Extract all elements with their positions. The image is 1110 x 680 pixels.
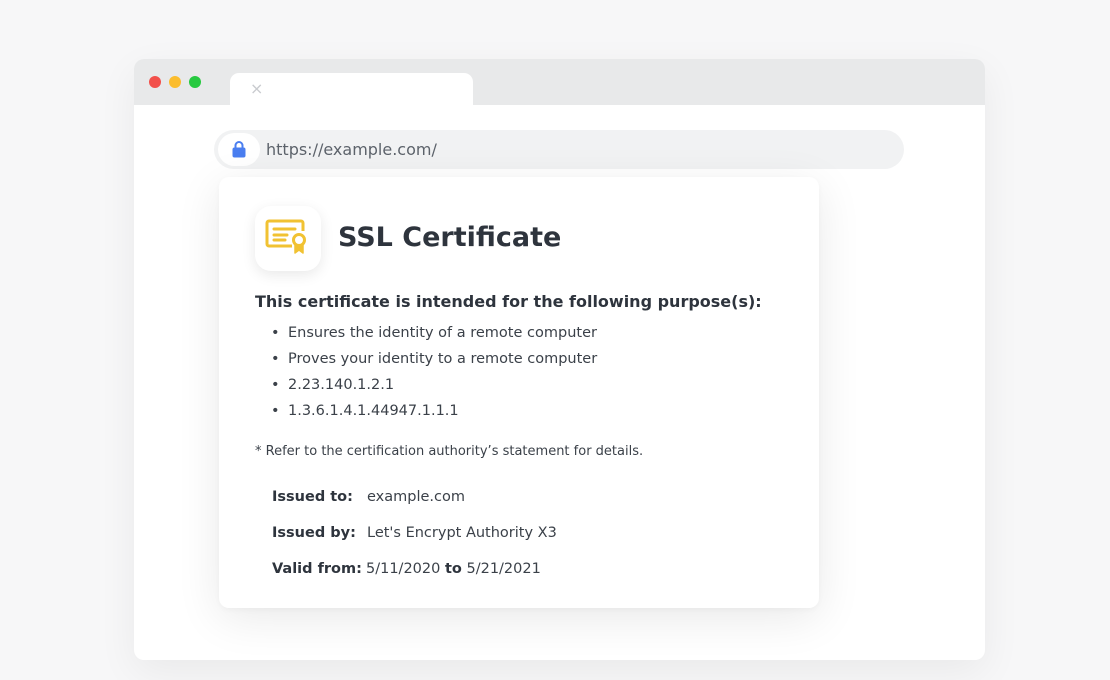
browser-tab[interactable]: × bbox=[230, 73, 473, 105]
purpose-list-item: • Proves your identity to a remote comput… bbox=[271, 351, 598, 367]
site-security-button[interactable] bbox=[218, 133, 260, 166]
bullet-icon: • bbox=[271, 325, 280, 341]
valid-from-label: Valid from: bbox=[272, 561, 362, 577]
authority-footnote: * Refer to the certification authority’s… bbox=[255, 444, 644, 459]
certificate-title: SSL Certificate bbox=[338, 222, 562, 253]
purpose-list-item: • Ensures the identity of a remote comput… bbox=[271, 325, 597, 341]
valid-to-word: to bbox=[444, 561, 462, 577]
minimize-window-button[interactable] bbox=[169, 76, 181, 88]
issued-to-label: Issued to: bbox=[272, 489, 353, 505]
purpose-list: • Ensures the identity of a remote comput… bbox=[269, 323, 597, 427]
address-bar[interactable]: https://example.com/ bbox=[214, 130, 904, 169]
purpose-list-item: • 1.3.6.1.4.1.44947.1.1.1 bbox=[271, 403, 459, 419]
validity-period: 5/11/2020 to 5/21/2021 bbox=[366, 559, 541, 579]
bullet-icon: • bbox=[271, 377, 280, 393]
valid-from-date: 5/11/2020 bbox=[366, 561, 441, 577]
close-window-button[interactable] bbox=[149, 76, 161, 88]
maximize-window-button[interactable] bbox=[189, 76, 201, 88]
certificate-panel: SSL Certificate This certificate is inte… bbox=[219, 177, 819, 608]
bullet-icon: • bbox=[271, 351, 280, 367]
tab-close-icon[interactable]: × bbox=[250, 79, 263, 99]
purpose-list-item: • 2.23.140.1.2.1 bbox=[271, 377, 395, 393]
url-text[interactable]: https://example.com/ bbox=[266, 140, 437, 160]
issued-by-value: Let's Encrypt Authority X3 bbox=[367, 525, 557, 541]
lock-icon bbox=[232, 141, 246, 158]
valid-to-date: 5/21/2021 bbox=[466, 561, 541, 577]
certificate-icon-tile bbox=[255, 206, 321, 271]
issued-by-label: Issued by: bbox=[272, 525, 356, 541]
bullet-icon: • bbox=[271, 403, 280, 419]
certificate-icon bbox=[265, 219, 306, 254]
issued-to-value: example.com bbox=[367, 489, 465, 505]
browser-title-bar: × bbox=[134, 59, 985, 105]
purpose-heading: This certificate is intended for the fol… bbox=[255, 292, 762, 311]
